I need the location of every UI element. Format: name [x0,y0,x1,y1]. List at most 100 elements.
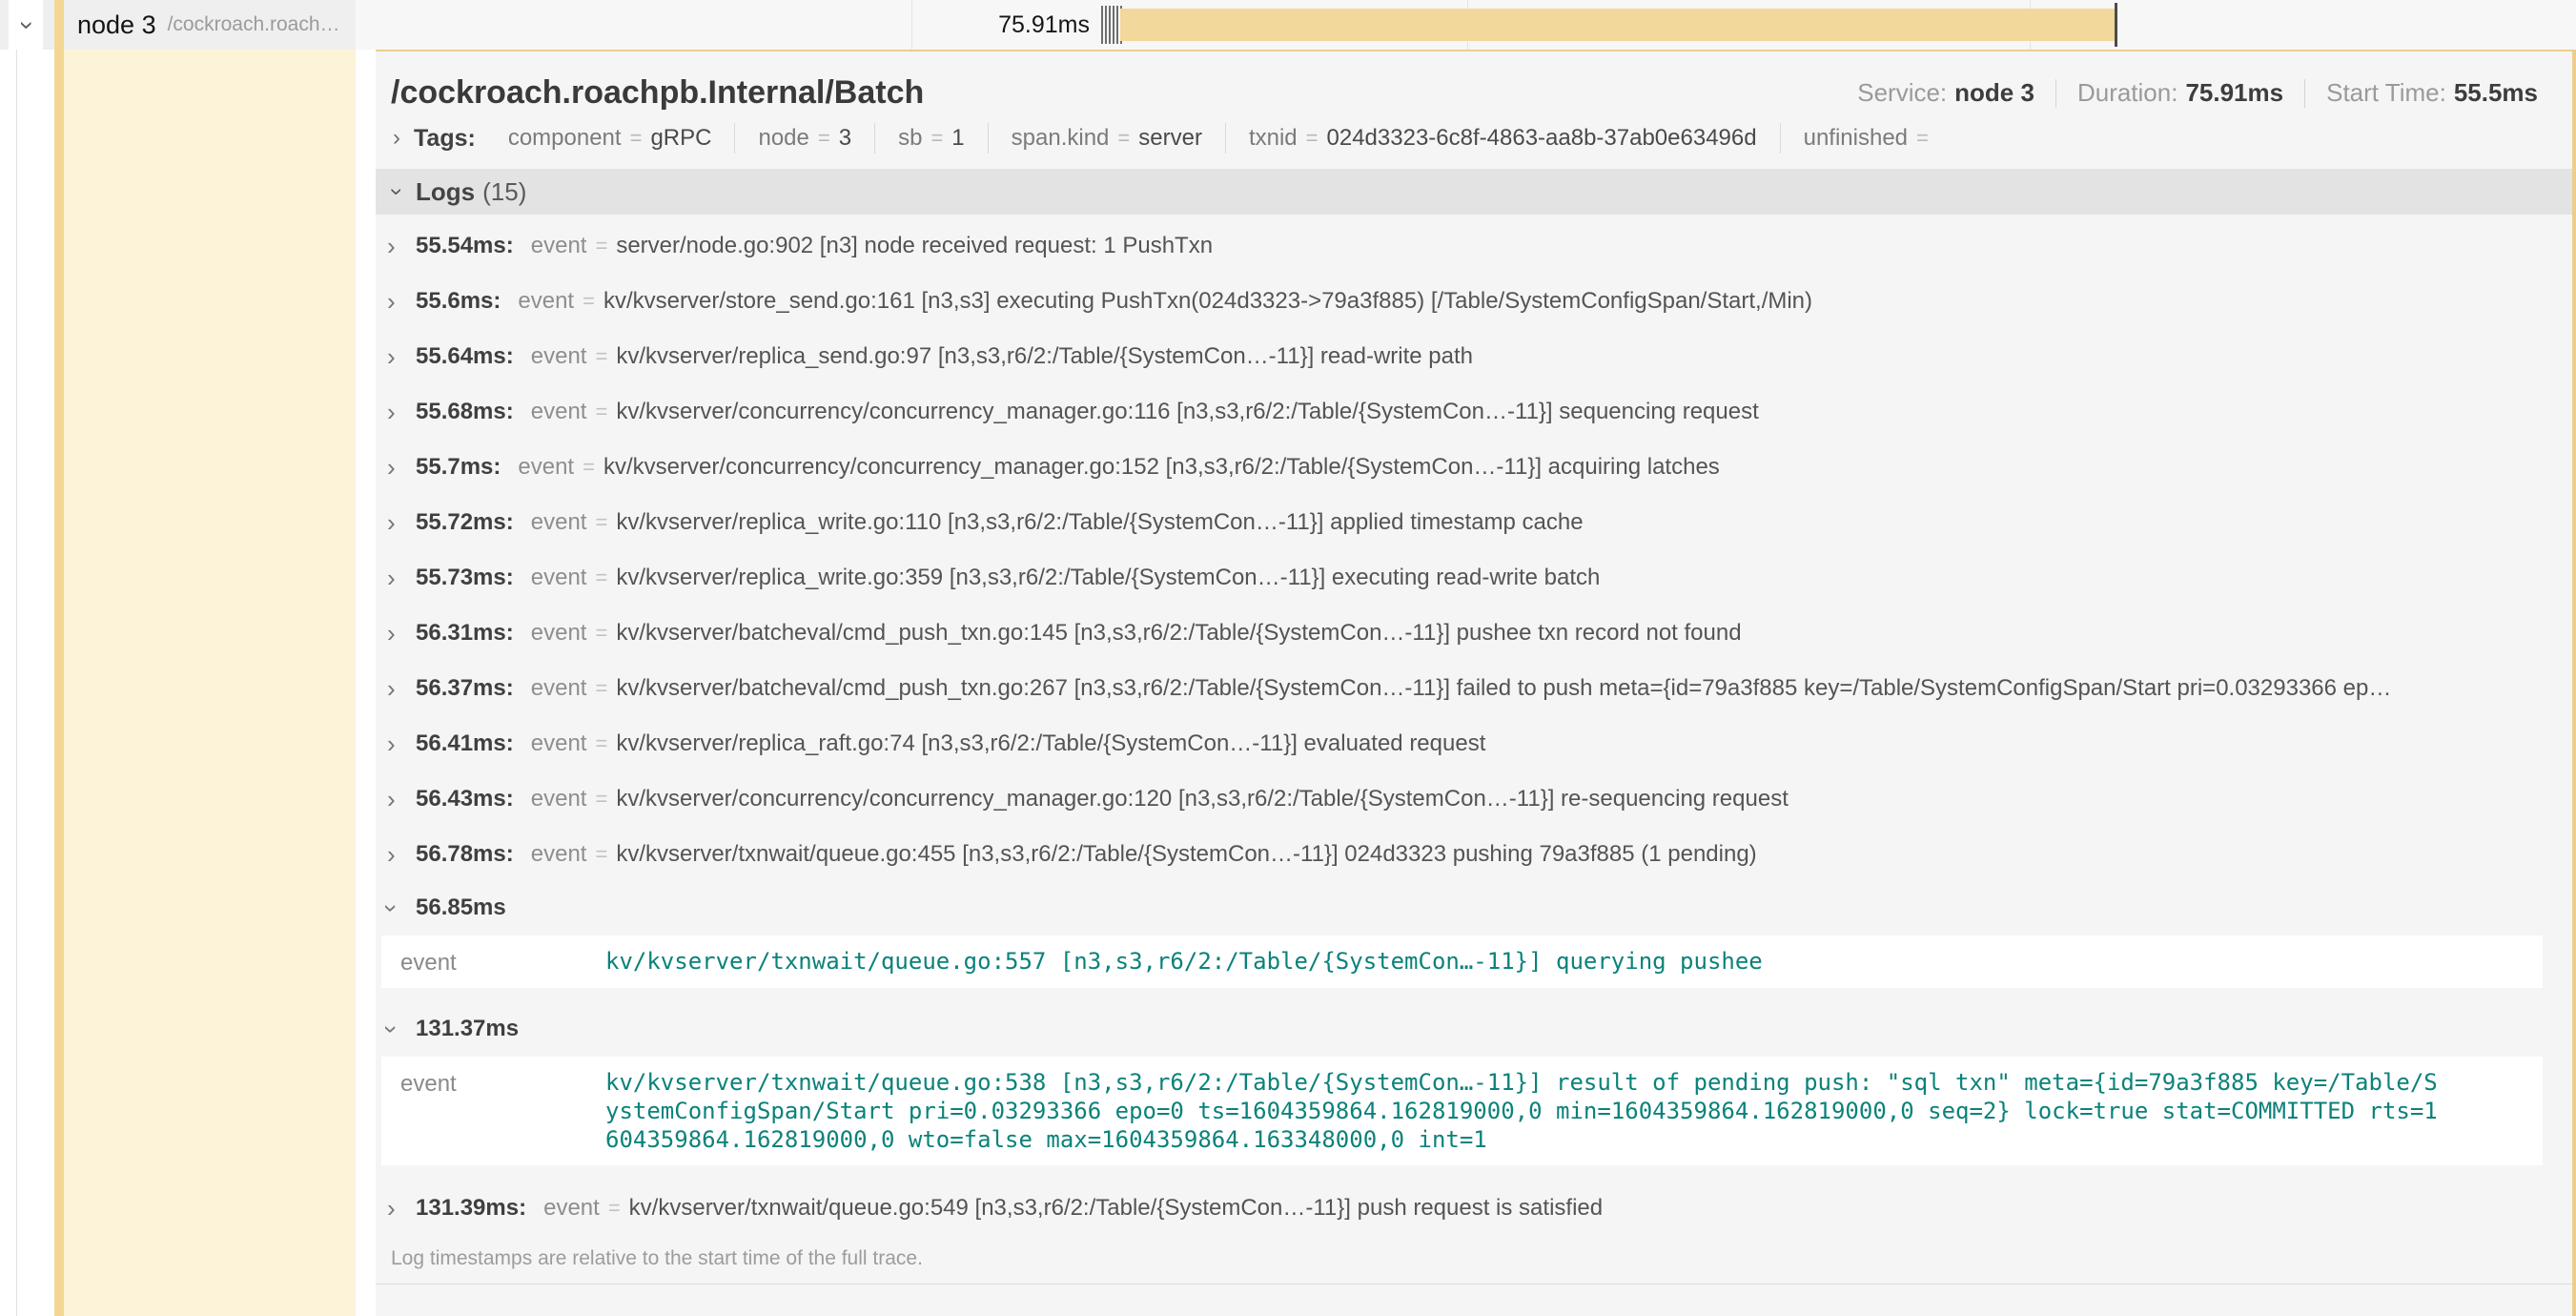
equals-sign: = [930,126,943,151]
page-title: /cockroach.roachpb.Internal/Batch [391,74,924,112]
tag-value: 1 [951,125,964,152]
tag-item: node=3 [735,123,875,154]
log-entry-expanded[interactable]: ›131.37ms [376,1003,2572,1055]
log-detail-value: kv/kvserver/txnwait/queue.go:557 [n3,s3,… [605,947,1763,977]
chevron-down-icon[interactable]: › [23,0,31,50]
tag-key: span.kind [1012,125,1110,152]
equals-sign: = [595,621,607,646]
equals-sign: = [595,842,607,867]
equals-sign: = [595,234,607,258]
log-entry[interactable]: ›56.41ms:event=kv/kvserver/replica_raft.… [376,716,2572,771]
equals-sign: = [1306,126,1319,151]
log-entry[interactable]: ›56.31ms:event=kv/kvserver/batcheval/cmd… [376,606,2572,661]
log-field-value: kv/kvserver/txnwait/queue.go:455 [n3,s3,… [616,841,2563,868]
equals-sign: = [1117,126,1130,151]
chevron-right-icon: › [387,508,416,538]
log-entry[interactable]: ›56.37ms:event=kv/kvserver/batcheval/cmd… [376,661,2572,716]
chevron-right-icon: › [387,1194,416,1223]
tag-item: component=gRPC [485,123,736,154]
log-entry-expanded[interactable]: ›56.85ms [376,882,2572,934]
log-entry[interactable]: ›55.68ms:event=kv/kvserver/concurrency/c… [376,384,2572,440]
log-entry[interactable]: ›55.6ms:event=kv/kvserver/store_send.go:… [376,274,2572,329]
span-end-marker [2115,3,2117,47]
equals-sign: = [595,400,607,424]
log-field-value: server/node.go:902 [n3] node received re… [616,233,2563,259]
log-timestamp: 55.6ms: [416,288,501,315]
log-detail-value: kv/kvserver/txnwait/queue.go:538 [n3,s3,… [605,1068,2450,1154]
chevron-right-icon: › [387,342,416,372]
log-entry[interactable]: ›55.73ms:event=kv/kvserver/replica_write… [376,550,2572,606]
tags-section-toggle[interactable]: › Tags: component=gRPCnode=3sb=1span.kin… [376,115,2572,169]
equals-sign: = [595,344,607,369]
log-timestamp: 56.43ms: [416,786,514,812]
log-entry[interactable]: ›55.7ms: event = kv/kvserver/concurrency/co… [376,440,2572,495]
tag-key: component [508,125,622,152]
tag-value: 3 [839,125,851,152]
log-field-key: event [531,841,587,868]
equals-sign: = [583,289,595,314]
equals-sign: = [583,455,595,480]
log-timestamp: 55.73ms: [416,565,514,591]
equals-sign: = [595,731,607,756]
tags-label: Tags: [414,125,476,153]
tag-key: node [758,125,808,152]
log-timestamp: 55.7ms: [416,454,501,481]
logs-footer-note: Log timestamps are relative to the start… [376,1236,2572,1284]
chevron-right-icon: › [393,125,400,152]
log-field-key: event [531,675,587,702]
log-field-value: kv/kvserver/batcheval/cmd_push_txn.go:26… [616,675,2563,702]
log-timestamp: 56.41ms: [416,730,514,757]
chevron-right-icon: › [387,232,416,261]
span-row: › node 3 /cockroach.roach… 75.91ms [0,0,2576,50]
span-service-name: node 3 [77,10,156,40]
log-field-value: kv/kvserver/concurrency/concurrency_mana… [603,454,2563,481]
span-name-cell[interactable]: node 3 /cockroach.roach… [43,0,356,50]
service-label: Service: [1857,78,1947,108]
span-tick-marks [1101,6,1122,44]
log-field-value: kv/kvserver/concurrency/concurrency_mana… [616,786,2563,812]
log-field-key: event [518,454,574,481]
tag-value: 024d3323-6c8f-4863-aa8b-37ab0e63496d [1327,125,1757,152]
log-field-key: event [531,399,587,425]
span-operation-name: /cockroach.roach… [168,13,340,36]
log-entry[interactable]: ›131.39ms:event=kv/kvserver/txnwait/queu… [376,1181,2572,1236]
chevron-down-icon: › [387,894,416,923]
tag-key: sb [898,125,922,152]
log-entry[interactable]: ›56.78ms:event=kv/kvserver/txnwait/queue… [376,827,2572,882]
span-detail-header: /cockroach.roachpb.Internal/Batch Servic… [376,51,2572,115]
chevron-right-icon: › [387,674,416,704]
log-entry[interactable]: ›55.72ms:event=kv/kvserver/replica_write… [376,495,2572,550]
chevron-down-icon: › [393,178,400,205]
chevron-glyph: › [12,21,42,30]
chevron-right-icon: › [387,453,416,483]
log-rows: ›55.54ms:event=server/node.go:902 [n3] n… [376,215,2572,1236]
logs-section-toggle[interactable]: › Logs (15) [376,169,2572,215]
log-field-value: kv/kvserver/store_send.go:161 [n3,s3] ex… [603,288,2563,315]
chevron-right-icon: › [387,398,416,427]
start-time-label: Start Time: [2326,78,2446,108]
log-field-key: event [531,565,587,591]
span-name-column-highlight [63,50,356,1316]
log-entry[interactable]: ›55.54ms:event=server/node.go:902 [n3] n… [376,218,2572,274]
log-field-value: kv/kvserver/replica_write.go:359 [n3,s3,… [616,565,2563,591]
equals-sign: = [608,1196,621,1221]
log-field-value: kv/kvserver/replica_raft.go:74 [n3,s3,r6… [616,730,2563,757]
log-detail-key: event [400,947,605,977]
equals-sign: = [595,676,607,701]
log-entry[interactable]: ›56.43ms:event=kv/kvserver/concurrency/c… [376,771,2572,827]
duration-label: Duration: [2077,78,2178,108]
span-duration-bar[interactable] [1120,9,2115,41]
left-edge-strip [0,0,9,50]
log-field-key: event [518,288,574,315]
tag-item: sb = 1 [875,123,989,154]
log-entry[interactable]: ›55.64ms:event=kv/kvserver/replica_send.… [376,329,2572,384]
tag-value: server [1138,125,1202,152]
tag-item: span.kind = server [989,123,1226,154]
span-meta: Service:node 3 Duration:75.91ms Start Ti… [1857,78,2538,108]
chevron-right-icon: › [387,730,416,759]
equals-sign: = [595,787,607,812]
log-timestamp: 56.78ms: [416,841,514,868]
chevron-right-icon: › [387,564,416,593]
duration-value: 75.91ms [2185,78,2283,108]
logs-section: › Logs (15) ›55.54ms:event=server/node.g… [376,169,2572,1285]
